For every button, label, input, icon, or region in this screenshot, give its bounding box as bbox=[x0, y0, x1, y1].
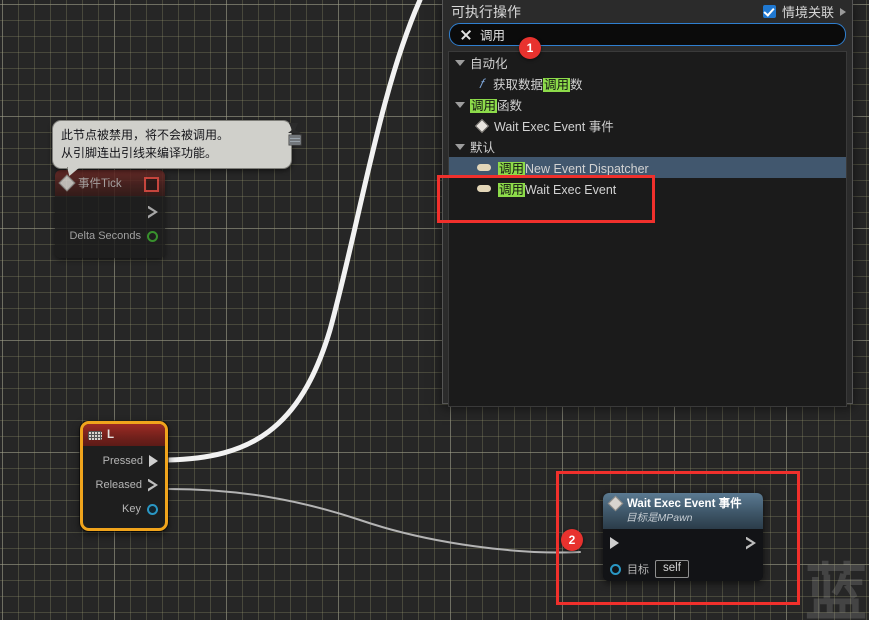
tooltip-line-2: 从引脚连出引线来编译功能。 bbox=[61, 146, 218, 160]
chevron-down-icon[interactable] bbox=[455, 101, 465, 108]
tooltip-line-1: 此节点被禁用，将不会被调用。 bbox=[61, 128, 230, 142]
disabled-square-icon bbox=[144, 177, 159, 192]
keyboard-icon bbox=[88, 430, 102, 440]
tree-item-wait-exec-event-event[interactable]: Wait Exec Event 事件 bbox=[449, 115, 846, 136]
tree-category-default[interactable]: 默认 bbox=[449, 136, 846, 157]
watermark-logo: 蓝 bbox=[804, 556, 867, 620]
context-sensitive-checkbox[interactable] bbox=[762, 5, 776, 18]
pressed-exec-pin-icon[interactable] bbox=[149, 455, 158, 467]
page-title: 可执行操作 bbox=[451, 3, 521, 20]
chevron-down-icon[interactable] bbox=[455, 59, 465, 66]
pin-icon bbox=[288, 123, 302, 146]
node-event-tick-title: 事件Tick bbox=[78, 178, 122, 190]
panel-title-bar: 可执行操作 情境关联 bbox=[443, 0, 852, 23]
pin-row-key[interactable]: Key bbox=[83, 497, 165, 521]
pill-icon bbox=[477, 164, 491, 171]
label-match: 调用 bbox=[498, 162, 526, 176]
actions-tree[interactable]: 自动化 𝑓 获取数据调用数 调用函数 Wait Exec Event 事件 默认 bbox=[448, 51, 847, 407]
label-post: 函数 bbox=[497, 99, 523, 113]
label-post: New Event Dispatcher bbox=[525, 162, 649, 176]
tree-item-label: 获取数据调用数 bbox=[493, 74, 583, 93]
search-input[interactable]: 调用 bbox=[449, 23, 846, 46]
label-pre: 获取数据 bbox=[493, 78, 544, 92]
pin-label-key: Key bbox=[122, 503, 141, 515]
node-input-key-l-title: L bbox=[107, 429, 115, 441]
tree-category-call-functions[interactable]: 调用函数 bbox=[449, 94, 846, 115]
context-sensitive-label: 情境关联 bbox=[781, 5, 834, 20]
tree-item-get-data-call-count[interactable]: 𝑓 获取数据调用数 bbox=[449, 73, 846, 94]
search-input-value: 调用 bbox=[480, 29, 506, 43]
annotation-box-1 bbox=[437, 175, 655, 223]
chevron-down-icon[interactable] bbox=[455, 143, 465, 150]
pin-row-exec-out[interactable] bbox=[55, 200, 165, 224]
node-event-tick-body: Delta Seconds bbox=[55, 196, 165, 248]
context-sensitive-toggle[interactable]: 情境关联 bbox=[762, 2, 846, 21]
label-match: 调用 bbox=[543, 78, 571, 92]
tree-category-automation-label: 自动化 bbox=[470, 57, 508, 71]
tree-category-automation[interactable]: 自动化 bbox=[449, 52, 846, 73]
event-diamond-icon bbox=[474, 118, 490, 133]
disabled-node-tooltip: 此节点被禁用，将不会被调用。 从引脚连出引线来编译功能。 bbox=[52, 120, 302, 176]
tree-item-label: Wait Exec Event 事件 bbox=[494, 120, 614, 134]
tree-category-call-functions-label: 调用函数 bbox=[470, 95, 522, 114]
pin-label-pressed: Pressed bbox=[102, 455, 143, 467]
annotation-box-2 bbox=[556, 471, 800, 605]
x-icon[interactable] bbox=[460, 29, 471, 40]
tree-category-default-label: 默认 bbox=[470, 141, 496, 155]
annotation-badge-2: 2 bbox=[561, 529, 583, 551]
annotation-badge-1: 1 bbox=[519, 37, 541, 59]
released-exec-pin-icon[interactable] bbox=[148, 478, 158, 492]
node-event-tick[interactable]: 事件Tick Delta Seconds bbox=[55, 170, 165, 258]
label-post: 数 bbox=[570, 78, 583, 92]
pin-row-released[interactable]: Released bbox=[83, 473, 165, 497]
pin-row-pressed[interactable]: Pressed bbox=[83, 449, 165, 473]
node-input-key-l[interactable]: L Pressed Released Key bbox=[80, 421, 168, 531]
event-diamond-icon bbox=[58, 174, 76, 192]
delta-seconds-pin-icon[interactable] bbox=[147, 230, 158, 242]
node-input-key-l-body: Pressed Released Key bbox=[83, 446, 165, 521]
key-pin-icon[interactable] bbox=[147, 503, 158, 515]
chevron-right-icon[interactable] bbox=[840, 7, 846, 16]
exec-out-pin-icon[interactable] bbox=[148, 205, 158, 219]
pin-row-delta-seconds[interactable]: Delta Seconds bbox=[55, 224, 165, 248]
label-match: 调用 bbox=[470, 99, 498, 113]
function-icon: 𝑓 bbox=[478, 75, 484, 91]
node-input-key-l-header: L bbox=[83, 424, 165, 446]
pin-label-released: Released bbox=[95, 479, 142, 491]
pin-label-delta-seconds: Delta Seconds bbox=[69, 230, 141, 242]
